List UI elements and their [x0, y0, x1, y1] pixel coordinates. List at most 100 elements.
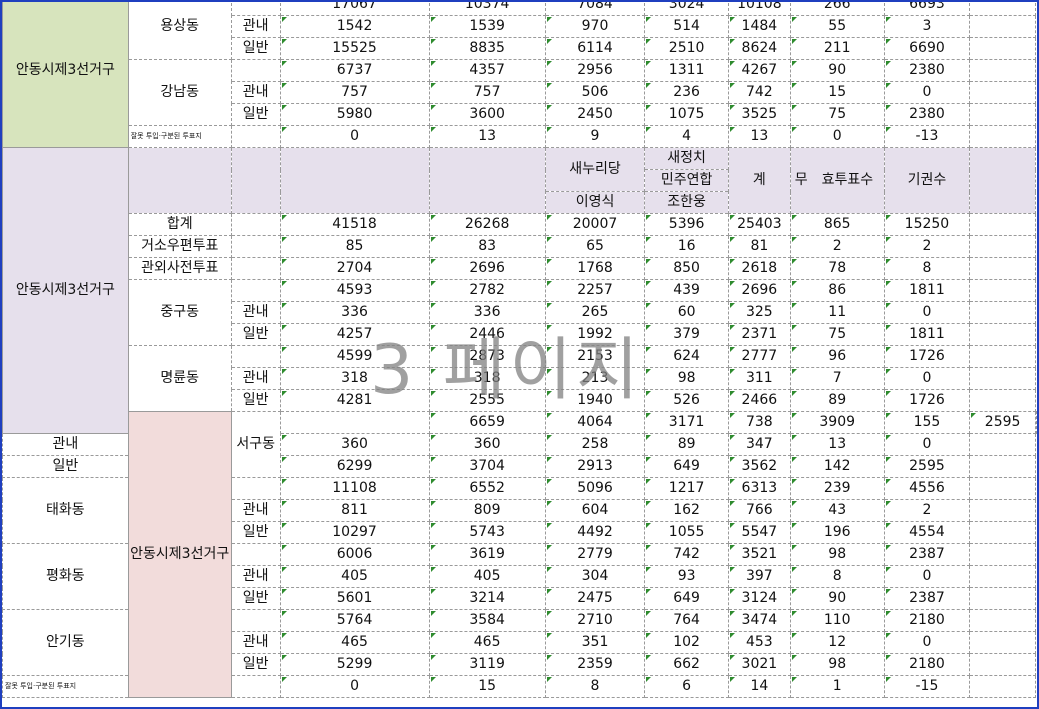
value-cell: 8624 [727, 37, 791, 60]
value-cell: 738 [727, 411, 791, 434]
blank-cell [969, 499, 1036, 522]
sub-label: 일반 [230, 389, 281, 412]
value-cell: 0 [279, 675, 430, 698]
value-cell: 6690 [883, 37, 971, 60]
value-cell: 6 [644, 675, 729, 698]
value-cell: 865 [789, 213, 885, 236]
sub-label: 관내 [2, 433, 129, 456]
party-header: 민주연합 [644, 169, 729, 192]
value-cell: 86 [789, 279, 885, 302]
value-cell: 196 [789, 521, 885, 544]
value-cell: 453 [727, 631, 791, 654]
blank-cell [969, 631, 1036, 654]
value-cell: 1217 [644, 477, 729, 500]
value-cell: 3525 [727, 103, 791, 126]
value-cell: 15250 [883, 213, 971, 236]
dong-name: 안기동 [2, 609, 129, 676]
blank-cell [969, 15, 1036, 38]
value-cell: 1542 [279, 15, 430, 38]
value-cell: 98 [789, 543, 885, 566]
value-cell: 98 [789, 653, 885, 676]
value-cell: 8 [883, 257, 971, 280]
value-cell: 757 [279, 81, 430, 104]
value-cell: 4267 [727, 59, 791, 82]
value-cell: 757 [428, 81, 546, 104]
value-cell: 4554 [883, 521, 971, 544]
blank-cell [969, 147, 1036, 214]
blank-cell [969, 301, 1036, 324]
value-cell: 742 [644, 543, 729, 566]
district-cell: 안동시제3선거구 [127, 411, 232, 698]
value-cell: 5980 [279, 103, 430, 126]
value-cell: 5601 [279, 587, 430, 610]
blank-cell [969, 675, 1036, 698]
value-cell: 2153 [544, 345, 646, 368]
value-cell: 405 [428, 565, 546, 588]
value-cell: 8 [789, 565, 885, 588]
party-header: 새누리당 [544, 147, 646, 192]
value-cell: 2359 [544, 653, 646, 676]
value-cell: 0 [279, 125, 430, 148]
value-cell: 2510 [644, 37, 729, 60]
value-cell: 3214 [428, 587, 546, 610]
value-cell: 1539 [428, 15, 546, 38]
value-cell: 4556 [883, 477, 971, 500]
blank-cell [969, 521, 1036, 544]
value-cell: 2387 [883, 543, 971, 566]
table-row: 강남동 6737 4357 2956 1311 4267 90 2380 [3, 59, 1037, 126]
dong-name: 평화동 [2, 543, 129, 610]
value-cell: 142 [789, 455, 885, 478]
value-cell: 6114 [544, 37, 646, 60]
value-cell: 604 [544, 499, 646, 522]
value-cell: 360 [428, 433, 546, 456]
blank-cell [969, 609, 1036, 632]
value-cell: 318 [428, 367, 546, 390]
value-cell: 811 [279, 499, 430, 522]
value-cell: 6313 [727, 477, 791, 500]
results-table: 안동시제3선거구 용상동 17067 10374 7084 3024 10108 266 669… [2, 2, 1037, 698]
value-cell: 6659 [428, 411, 546, 434]
value-cell: 2380 [883, 103, 971, 126]
blank-cell [230, 125, 281, 148]
value-cell: 2782 [428, 279, 546, 302]
value-cell: 2777 [727, 345, 791, 368]
value-cell: 258 [544, 433, 646, 456]
header-cell [279, 147, 430, 214]
value-cell: 15 [789, 81, 885, 104]
value-cell: 2618 [727, 257, 791, 280]
value-cell: 0 [883, 565, 971, 588]
blank-cell [969, 367, 1036, 390]
misc-label: 잘못 투입·구분된 투표지 [127, 125, 232, 148]
district-cell: 안동시제3선거구 [2, 147, 129, 434]
blank-cell [969, 37, 1036, 60]
value-cell: 0 [789, 125, 885, 148]
value-cell: 4599 [279, 345, 430, 368]
value-cell: 236 [644, 81, 729, 104]
table-row: 합계 41518 26268 20007 5396 25403 865 15250 [3, 213, 1037, 236]
sub-label: 관내 [230, 631, 281, 654]
value-cell: 90 [789, 59, 885, 82]
blank-cell [230, 675, 281, 698]
value-cell: 379 [644, 323, 729, 346]
value-cell: 764 [644, 609, 729, 632]
table-row: 잘못 투입·구분된 투표지 0 13 9 4 13 0 -13 [3, 125, 1037, 148]
value-cell: 25403 [727, 213, 791, 236]
value-cell: 10297 [279, 521, 430, 544]
value-cell: 213 [544, 367, 646, 390]
value-cell: 5764 [279, 609, 430, 632]
value-cell: 311 [727, 367, 791, 390]
value-cell: 0 [883, 433, 971, 456]
value-cell: 2380 [883, 59, 971, 82]
header-cell [127, 147, 232, 214]
value-cell: 3704 [428, 455, 546, 478]
value-cell: 102 [644, 631, 729, 654]
candidate-name: 이영식 [544, 191, 646, 214]
value-cell: 3562 [727, 455, 791, 478]
value-cell: 2595 [969, 411, 1036, 434]
value-cell: 3021 [727, 653, 791, 676]
value-cell: 336 [279, 301, 430, 324]
blank-cell [969, 279, 1036, 302]
table-row: 안동시제3선거구 용상동 17067 10374 7084 3024 10108 266 669… [2, 2, 1037, 148]
value-cell: 766 [727, 499, 791, 522]
blank-cell [969, 323, 1036, 346]
